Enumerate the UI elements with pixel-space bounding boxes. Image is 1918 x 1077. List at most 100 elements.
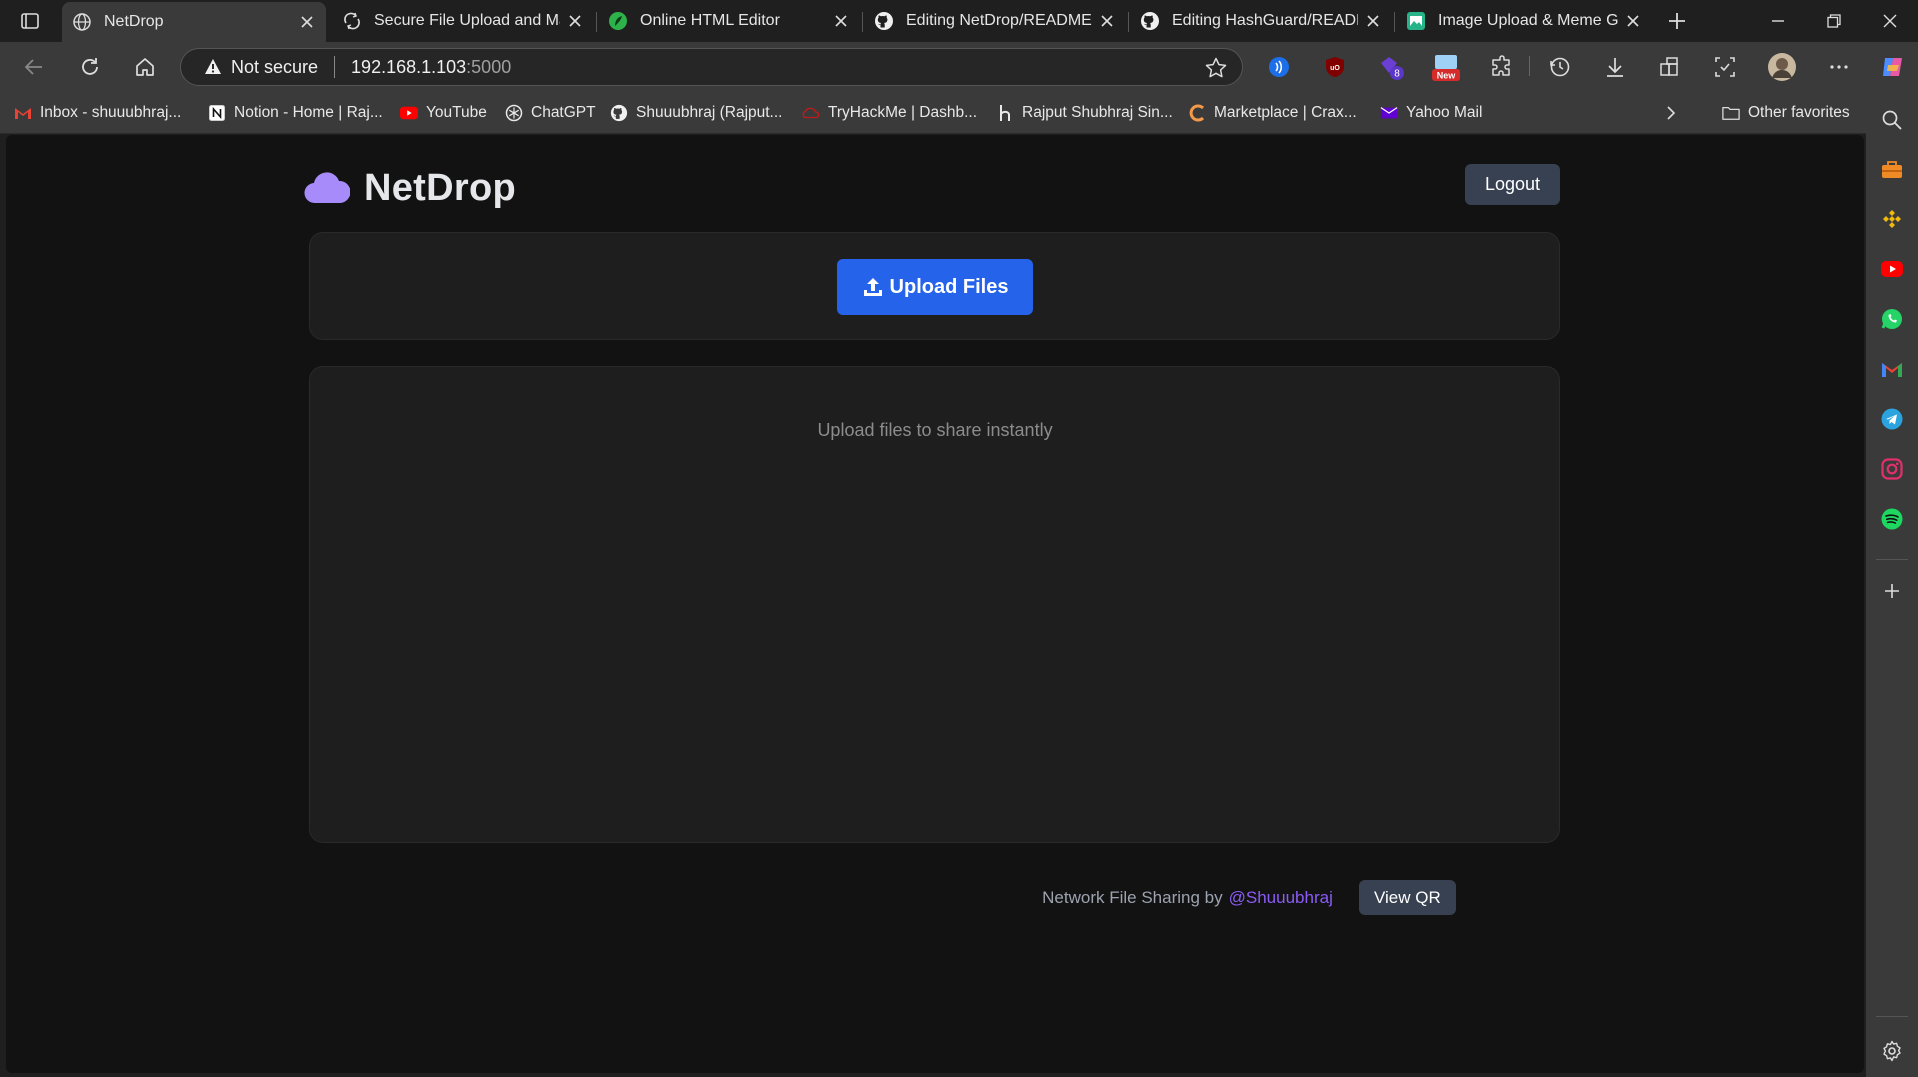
toolbar-separator — [1529, 56, 1530, 76]
bookmark-label: Marketplace | Crax... — [1214, 104, 1357, 121]
address-bar[interactable]: Not secure 192.168.1.103:5000 — [180, 48, 1243, 86]
app-title: NetDrop — [364, 166, 516, 209]
close-icon[interactable] — [1098, 12, 1116, 30]
tab-actions-icon — [21, 13, 39, 29]
ublock-origin-icon[interactable]: uO — [1318, 50, 1352, 84]
view-qr-button[interactable]: View QR — [1358, 880, 1456, 915]
hackerrank-icon — [996, 104, 1014, 122]
close-icon[interactable] — [1624, 12, 1642, 30]
tab-label: Online HTML Editor — [640, 12, 780, 29]
close-icon[interactable] — [566, 12, 584, 30]
sync-icon — [342, 11, 362, 31]
binance-icon[interactable] — [1879, 206, 1905, 232]
restore-button[interactable] — [1806, 0, 1862, 42]
image-app-icon — [1406, 11, 1426, 31]
instagram-icon[interactable] — [1879, 456, 1905, 482]
reload-icon — [82, 58, 98, 75]
author-link[interactable]: @Shuuubhraj — [1229, 888, 1333, 908]
downloads-icon[interactable] — [1598, 50, 1632, 84]
other-favorites-label: Other favorites — [1748, 104, 1850, 121]
editor-leaf-icon — [608, 11, 628, 31]
tab-secure-file-upload[interactable]: Secure File Upload and Management — [332, 2, 594, 40]
bookmark-youtube[interactable]: YouTube — [400, 102, 487, 124]
gmail-icon — [14, 104, 32, 122]
tab-image-upload-meme[interactable]: Image Upload & Meme Generator — [1396, 2, 1652, 40]
arrow-left-icon — [24, 59, 42, 75]
tab-editing-netdrop-readme[interactable]: Editing NetDrop/README.md — [864, 2, 1126, 40]
minimize-button[interactable] — [1750, 0, 1806, 42]
tab-netdrop[interactable]: NetDrop — [62, 2, 326, 42]
copilot-icon[interactable] — [1876, 50, 1910, 84]
upload-files-button[interactable]: Upload Files — [837, 259, 1033, 315]
tab-separator — [1394, 12, 1395, 32]
logout-button[interactable]: Logout — [1465, 164, 1560, 205]
youtube-icon[interactable] — [1879, 256, 1905, 282]
extension-new-icon[interactable]: New — [1429, 50, 1463, 84]
address-divider — [334, 56, 336, 78]
bookmark-hackerrank[interactable]: Rajput Shubhraj Sin... — [996, 102, 1173, 124]
gmail-icon[interactable] — [1879, 356, 1905, 382]
bookmark-notion[interactable]: Notion - Home | Raj... — [208, 102, 383, 124]
close-window-button[interactable] — [1862, 0, 1918, 42]
close-icon[interactable] — [1364, 12, 1382, 30]
telegram-icon[interactable] — [1879, 406, 1905, 432]
screenshot-icon[interactable] — [1708, 50, 1742, 84]
more-options-icon[interactable] — [1822, 50, 1856, 84]
history-icon[interactable] — [1543, 50, 1577, 84]
app-brand: NetDrop — [304, 160, 516, 216]
tab-label: Editing HashGuard/README.md — [1172, 12, 1358, 29]
extension-gem-icon[interactable]: 8 — [1374, 50, 1408, 84]
spotify-icon[interactable] — [1879, 506, 1905, 532]
tab-separator — [862, 12, 863, 32]
page-footer: Network File Sharing by @Shuuubhraj View… — [0, 880, 1858, 915]
plus-icon — [1669, 13, 1685, 29]
search-icon[interactable] — [1879, 107, 1905, 133]
tab-label: Editing NetDrop/README.md — [906, 12, 1092, 29]
chevron-right-icon — [1667, 106, 1676, 120]
back-button[interactable] — [14, 47, 54, 87]
bookmark-yahoo-mail[interactable]: Yahoo Mail — [1380, 102, 1482, 124]
tab-online-html-editor[interactable]: Online HTML Editor — [598, 2, 860, 40]
tab-label: Secure File Upload and Management — [374, 12, 560, 29]
tryhackme-icon — [802, 104, 820, 122]
tab-editing-hashguard-readme[interactable]: Editing HashGuard/README.md — [1130, 2, 1392, 40]
extensions-puzzle-icon[interactable] — [1485, 50, 1519, 84]
bookmark-chatgpt[interactable]: ChatGPT — [505, 102, 596, 124]
new-badge: New — [1437, 71, 1457, 81]
settings-gear-icon[interactable] — [1879, 1038, 1905, 1064]
bookmark-label: Yahoo Mail — [1406, 104, 1483, 121]
bookmark-marketplace[interactable]: Marketplace | Crax... — [1188, 102, 1357, 124]
add-sidebar-app-button[interactable] — [1879, 578, 1905, 604]
collections-icon[interactable] — [1653, 50, 1687, 84]
chatgpt-icon — [505, 104, 523, 122]
security-label[interactable]: Not secure — [231, 57, 318, 78]
toolbox-icon[interactable] — [1879, 156, 1905, 182]
reload-button[interactable] — [70, 47, 110, 87]
other-favorites[interactable]: Other favorites — [1722, 102, 1850, 124]
browser-toolbar: Not secure 192.168.1.103:5000 uO 8 New — [0, 42, 1918, 92]
home-button[interactable] — [125, 47, 165, 87]
bookmarks-bar: Inbox - shuuubhraj... Notion - Home | Ra… — [0, 92, 1918, 134]
new-tab-button[interactable] — [1660, 6, 1694, 36]
tab-label: NetDrop — [104, 13, 164, 30]
extension-audio-icon[interactable] — [1262, 50, 1296, 84]
profile-avatar[interactable] — [1765, 50, 1799, 84]
yahoo-mail-icon — [1380, 104, 1398, 122]
bookmark-tryhackme[interactable]: TryHackMe | Dashb... — [802, 102, 977, 124]
bookmarks-overflow-button[interactable] — [1664, 102, 1678, 124]
bookmark-gmail[interactable]: Inbox - shuuubhraj... — [14, 102, 181, 124]
plus-icon — [1885, 584, 1899, 598]
minimize-icon — [1772, 20, 1784, 22]
tab-actions-button[interactable] — [10, 6, 50, 36]
bookmark-label: ChatGPT — [531, 104, 596, 121]
close-icon[interactable] — [832, 12, 850, 30]
bookmark-github-profile[interactable]: Shuuubhraj (Rajput... — [610, 102, 782, 124]
bookmark-label: YouTube — [426, 104, 487, 121]
bookmark-label: Notion - Home | Raj... — [234, 104, 383, 121]
extension-count-badge: 8 — [1394, 69, 1400, 80]
close-icon[interactable] — [298, 13, 316, 31]
favorite-star-icon[interactable] — [1204, 56, 1228, 80]
whatsapp-icon[interactable] — [1879, 306, 1905, 332]
tab-separator — [1128, 12, 1129, 32]
globe-icon — [72, 12, 92, 32]
